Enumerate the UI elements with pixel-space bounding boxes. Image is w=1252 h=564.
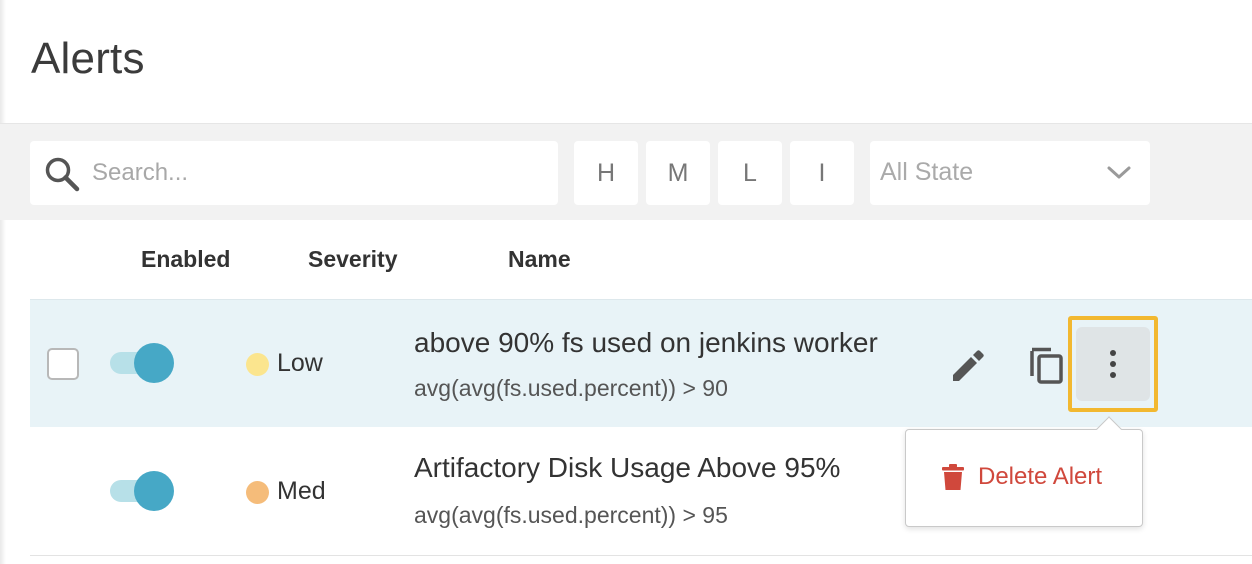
alert-query: avg(avg(fs.used.percent)) > 90 (414, 375, 728, 401)
search-icon (45, 157, 80, 192)
enabled-toggle[interactable] (110, 471, 176, 511)
more-vertical-icon (1076, 327, 1150, 401)
severity-filter-info[interactable]: I (790, 141, 854, 205)
table-row[interactable]: Low above 90% fs used on jenkins worker … (30, 299, 1252, 427)
state-select[interactable]: All State (870, 141, 1150, 205)
column-header-enabled[interactable]: Enabled (141, 246, 230, 273)
pencil-icon[interactable] (947, 345, 987, 385)
alert-name[interactable]: Artifactory Disk Usage Above 95% (414, 452, 840, 484)
column-header-name[interactable]: Name (508, 246, 571, 273)
search-box[interactable] (30, 141, 558, 205)
left-edge-shadow (0, 0, 6, 564)
row-context-menu: Delete Alert (905, 416, 1143, 527)
delete-alert-label: Delete Alert (978, 463, 1103, 490)
severity-label: Med (277, 477, 326, 505)
filter-bar: H M L I All State (0, 123, 1252, 220)
severity-dot (246, 481, 269, 504)
alert-query: avg(avg(fs.used.percent)) > 95 (414, 502, 728, 528)
trash-icon (942, 464, 964, 490)
toggle-knob (134, 343, 174, 383)
copy-icon[interactable] (1026, 344, 1066, 386)
severity-filter-low[interactable]: L (718, 141, 782, 205)
alert-name[interactable]: above 90% fs used on jenkins worker (414, 327, 878, 359)
severity-dot (246, 353, 269, 376)
enabled-toggle[interactable] (110, 343, 176, 383)
delete-alert-menu-item[interactable]: Delete Alert (942, 463, 1102, 491)
search-input[interactable] (92, 141, 542, 205)
toggle-knob (134, 471, 174, 511)
state-select-value: All State (880, 158, 974, 186)
severity-filter-high[interactable]: H (574, 141, 638, 205)
chevron-down-icon (1107, 166, 1131, 179)
severity-label: Low (277, 349, 323, 377)
page-title: Alerts (31, 34, 145, 83)
row-checkbox[interactable] (47, 348, 79, 380)
more-actions-button[interactable] (1068, 316, 1158, 412)
severity-filter-medium[interactable]: M (646, 141, 710, 205)
column-header-severity[interactable]: Severity (308, 246, 398, 273)
